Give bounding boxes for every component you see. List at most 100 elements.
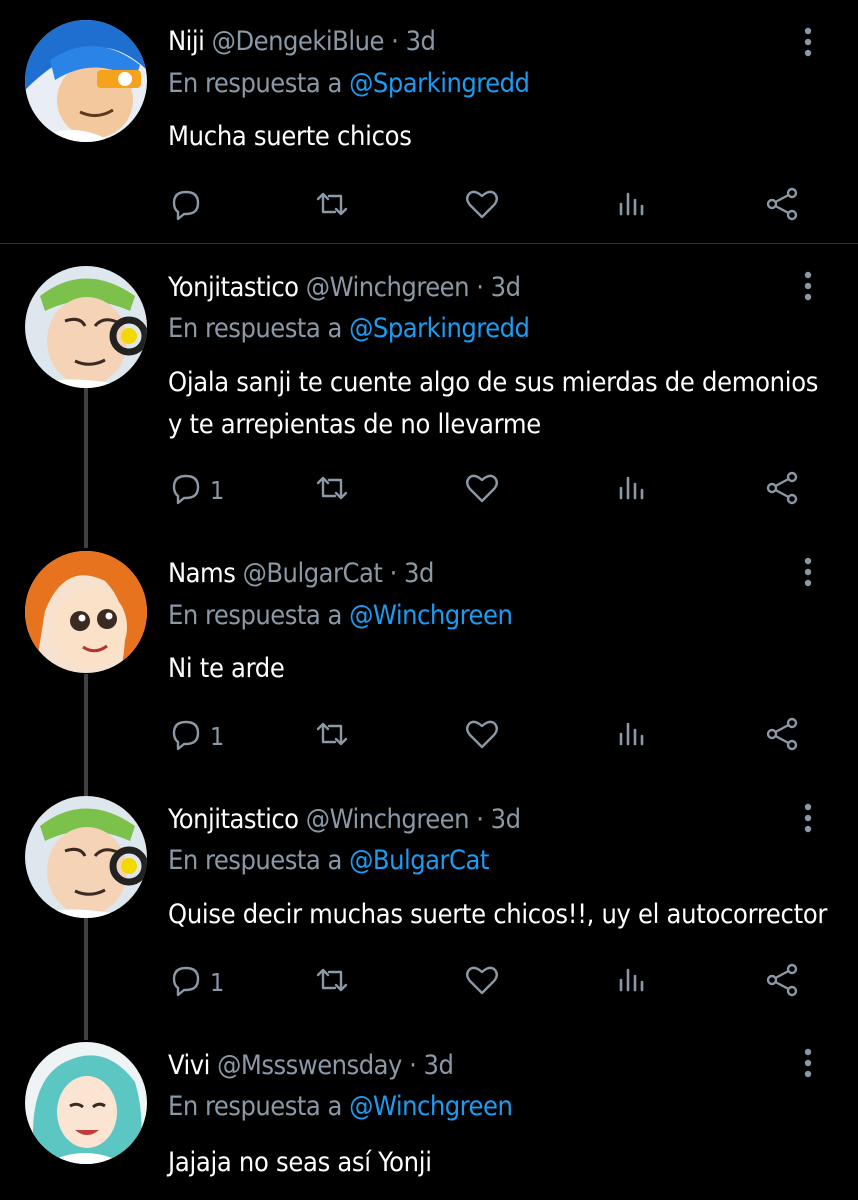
- display-name[interactable]: Yonjitastico: [168, 272, 299, 303]
- avatar[interactable]: [25, 1042, 147, 1164]
- reply-prefix: En respuesta a: [168, 1091, 342, 1122]
- avatar[interactable]: [25, 796, 147, 918]
- more-icon[interactable]: [796, 1047, 820, 1079]
- tweet-header: Nams @BulgarCat · 3d: [168, 558, 434, 589]
- reply-icon: [168, 962, 204, 1002]
- reply-button[interactable]: 1: [168, 714, 224, 758]
- reply-button[interactable]: 1: [168, 468, 224, 512]
- like-icon: [464, 962, 500, 1002]
- share-icon: [764, 716, 800, 756]
- like-button[interactable]: [464, 468, 500, 512]
- avatar[interactable]: [25, 551, 147, 673]
- reply-mention[interactable]: @Winchgreen: [349, 600, 513, 631]
- retweet-button[interactable]: [314, 468, 350, 512]
- reply-context: En respuesta a @Winchgreen: [168, 1091, 513, 1122]
- display-name[interactable]: Yonjitastico: [168, 804, 299, 835]
- avatar[interactable]: [25, 266, 147, 388]
- reply-icon: [168, 470, 204, 510]
- reply-icon: [168, 716, 204, 756]
- retweet-icon: [314, 716, 350, 756]
- reply-prefix: En respuesta a: [168, 313, 342, 344]
- reply-context: En respuesta a @Sparkingredd: [168, 313, 530, 344]
- more-icon[interactable]: [796, 270, 820, 302]
- retweet-button[interactable]: [314, 714, 350, 758]
- reply-prefix: En respuesta a: [168, 68, 342, 99]
- retweet-icon: [314, 186, 350, 226]
- reply-button[interactable]: [168, 184, 210, 228]
- timestamp[interactable]: 3d: [404, 558, 434, 589]
- timestamp[interactable]: 3d: [424, 1050, 454, 1081]
- share-button[interactable]: [764, 714, 800, 758]
- more-icon[interactable]: [796, 556, 820, 588]
- retweet-button[interactable]: [314, 184, 350, 228]
- views-icon: [614, 470, 650, 510]
- thread-line: [84, 388, 88, 548]
- display-name[interactable]: Nams: [168, 558, 236, 589]
- like-button[interactable]: [464, 960, 500, 1004]
- tweet-header: Yonjitastico @Winchgreen · 3d: [168, 804, 521, 835]
- views-icon: [614, 716, 650, 756]
- views-button[interactable]: [614, 184, 650, 228]
- like-icon: [464, 186, 500, 226]
- display-name[interactable]: Vivi: [168, 1050, 210, 1081]
- separator: ·: [476, 804, 484, 835]
- separator: ·: [409, 1050, 417, 1081]
- like-icon: [464, 470, 500, 510]
- timestamp[interactable]: 3d: [491, 272, 521, 303]
- tweet-text: Jajaja no seas así Yonji: [168, 1147, 432, 1178]
- divider: [0, 243, 858, 244]
- reply-prefix: En respuesta a: [168, 845, 342, 876]
- handle[interactable]: @Mssswensday: [217, 1050, 402, 1081]
- handle[interactable]: @DengekiBlue: [212, 26, 385, 57]
- share-icon: [764, 470, 800, 510]
- display-name[interactable]: Niji: [168, 26, 205, 57]
- reply-context: En respuesta a @Winchgreen: [168, 600, 513, 631]
- handle[interactable]: @Winchgreen: [306, 804, 470, 835]
- separator: ·: [476, 272, 484, 303]
- views-icon: [614, 186, 650, 226]
- retweet-button[interactable]: [314, 960, 350, 1004]
- tweet-text: Ni te arde: [168, 653, 285, 684]
- reply-button[interactable]: 1: [168, 960, 224, 1004]
- tweet-header: Niji @DengekiBlue · 3d: [168, 26, 436, 57]
- reply-count: 1: [210, 721, 225, 751]
- tweet-text: Mucha suerte chicos: [168, 121, 412, 152]
- share-icon: [764, 962, 800, 1002]
- thread-line: [84, 674, 88, 796]
- retweet-icon: [314, 470, 350, 510]
- action-bar: 1: [168, 468, 808, 512]
- reply-context: En respuesta a @BulgarCat: [168, 845, 489, 876]
- reply-mention[interactable]: @BulgarCat: [349, 845, 489, 876]
- more-icon[interactable]: [796, 26, 820, 58]
- reply-prefix: En respuesta a: [168, 600, 342, 631]
- handle[interactable]: @Winchgreen: [306, 272, 470, 303]
- reply-icon: [168, 186, 204, 226]
- share-button[interactable]: [764, 184, 800, 228]
- timestamp[interactable]: 3d: [406, 26, 436, 57]
- views-button[interactable]: [614, 714, 650, 758]
- views-button[interactable]: [614, 960, 650, 1004]
- like-button[interactable]: [464, 714, 500, 758]
- handle[interactable]: @BulgarCat: [243, 558, 383, 589]
- thread-line: [84, 918, 88, 1040]
- reply-mention[interactable]: @Sparkingredd: [349, 68, 530, 99]
- share-button[interactable]: [764, 468, 800, 512]
- reply-count: 1: [210, 967, 225, 997]
- reply-mention[interactable]: @Winchgreen: [349, 1091, 513, 1122]
- retweet-icon: [314, 962, 350, 1002]
- more-icon[interactable]: [796, 802, 820, 834]
- share-button[interactable]: [764, 960, 800, 1004]
- share-icon: [764, 186, 800, 226]
- tweet-header: Yonjitastico @Winchgreen · 3d: [168, 272, 521, 303]
- action-bar: [168, 184, 808, 228]
- separator: ·: [389, 558, 398, 589]
- action-bar: 1: [168, 714, 808, 758]
- separator: ·: [391, 26, 399, 57]
- timestamp[interactable]: 3d: [491, 804, 521, 835]
- tweet-text: Quise decir muchas suerte chicos!!, uy e…: [168, 899, 828, 930]
- views-button[interactable]: [614, 468, 650, 512]
- reply-mention[interactable]: @Sparkingredd: [349, 313, 530, 344]
- avatar[interactable]: [25, 20, 147, 142]
- like-button[interactable]: [464, 184, 500, 228]
- reply-context: En respuesta a @Sparkingredd: [168, 68, 530, 99]
